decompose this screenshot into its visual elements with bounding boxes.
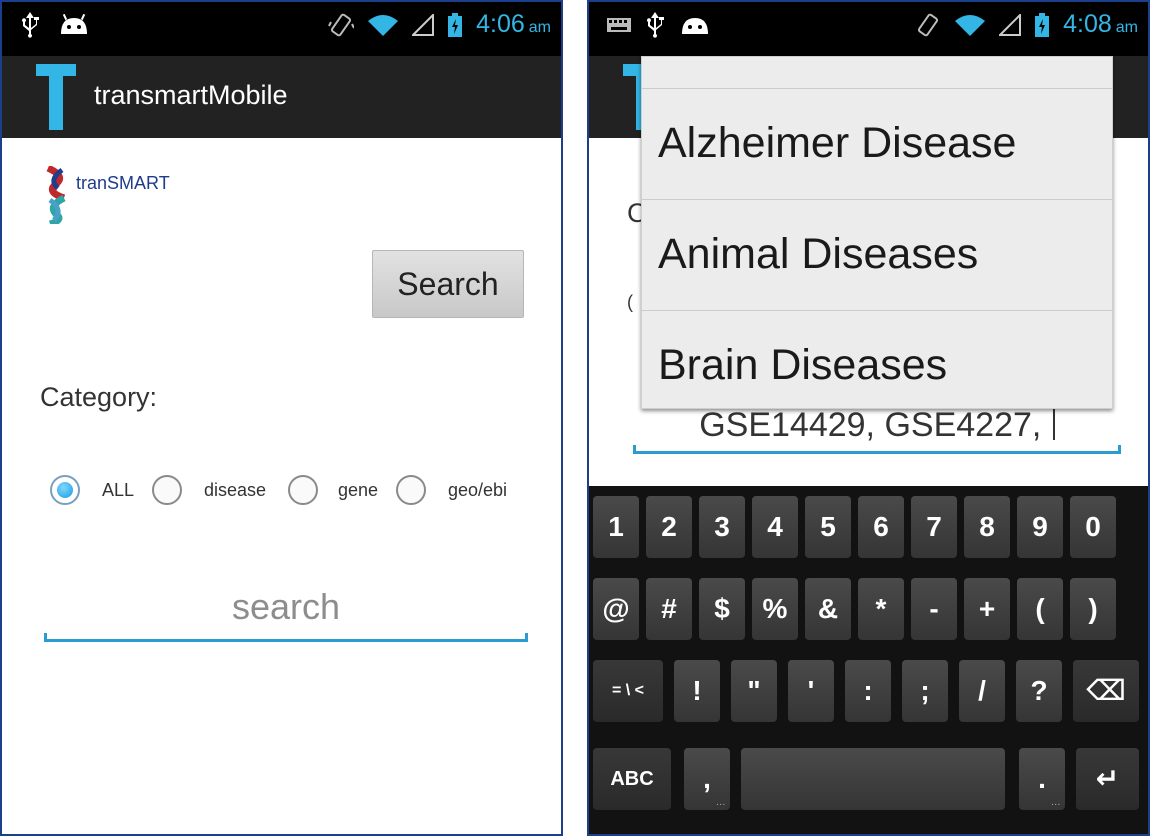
radio-peek: ( [627,292,633,312]
transmart-logo: tranSMART [42,166,170,224]
clock-ampm: am [528,19,551,36]
android-icon [61,14,87,34]
key-single-quote[interactable]: ' [788,660,834,722]
key-dollar[interactable]: $ [699,578,745,640]
dropdown-item-label: Alzheimer Disease [658,119,1017,167]
key-question[interactable]: ? [1016,660,1062,722]
radio-all-label: ALL [102,480,135,500]
key-7[interactable]: 7 [911,496,957,558]
dropdown-item[interactable]: Alzheimer Disease [642,88,1112,198]
backspace-icon: ⌫ [1086,675,1126,706]
clock-ampm: am [1115,19,1138,36]
dropdown-item[interactable]: Animal Diseases [642,199,1112,309]
key-2[interactable]: 2 [646,496,692,558]
radio-disease-label: disease [204,480,267,500]
signal-icon [412,13,435,36]
dropdown-item[interactable]: Brain Diseases [642,310,1112,420]
transmart-logo-text: tranSMART [76,172,170,193]
category-label: Category: [40,382,158,412]
key-abc[interactable]: ABC [593,748,671,810]
key-semicolon[interactable]: ; [902,660,948,722]
key-slash[interactable]: / [959,660,1005,722]
status-bar: 4:08 am [589,2,1148,56]
radio-geo-ebi-label: geo/ebi [448,480,508,500]
dropdown-item-label: Brain Diseases [658,341,948,389]
battery-icon [1035,12,1050,37]
key-5[interactable]: 5 [805,496,851,558]
key-8[interactable]: 8 [964,496,1010,558]
key-space[interactable] [741,748,1005,810]
soft-keyboard: 1 2 3 4 5 6 7 8 9 0 @ # $ % & * - + ( ) … [589,486,1148,834]
battery-icon [448,12,463,37]
dropdown-item-label: Animal Diseases [658,230,979,278]
key-1[interactable]: 1 [593,496,639,558]
wifi-icon [368,14,399,36]
phone-screen-dropdown: 4:08 am C ( GSE14429, GSE4227, Alzheimer … [587,0,1150,836]
key-period[interactable]: .… [1019,748,1065,810]
app-title: transmartMobile [94,80,288,110]
key-asterisk[interactable]: * [858,578,904,640]
vibrate-icon [328,13,355,36]
key-plus[interactable]: + [964,578,1010,640]
search-input[interactable]: search [44,586,528,642]
key-hash[interactable]: # [646,578,692,640]
radio-gene[interactable] [288,475,318,505]
key-0[interactable]: 0 [1070,496,1116,558]
key-6[interactable]: 6 [858,496,904,558]
app-logo-icon[interactable] [36,64,76,130]
signal-icon [999,13,1022,36]
key-3[interactable]: 3 [699,496,745,558]
status-bar: 4:06 am [2,2,561,56]
key-at[interactable]: @ [593,578,639,640]
android-icon [682,18,708,34]
key-exclamation[interactable]: ! [674,660,720,722]
key-open-paren[interactable]: ( [1017,578,1063,640]
key-9[interactable]: 9 [1017,496,1063,558]
search-button[interactable]: Search [372,250,524,318]
key-4[interactable]: 4 [752,496,798,558]
category-radio-group: ALL disease gene geo/ebi [50,475,540,511]
wifi-icon [955,14,986,36]
enter-key[interactable]: ↵ [1076,748,1139,810]
usb-icon [647,12,664,38]
usb-icon [22,12,39,38]
key-comma[interactable]: ,… [684,748,730,810]
key-ampersand[interactable]: & [805,578,851,640]
status-clock: 4:08 am [1063,10,1138,39]
radio-disease[interactable] [152,475,182,505]
search-input-placeholder: search [231,586,341,627]
enter-icon: ↵ [1095,763,1120,794]
backspace-key[interactable]: ⌫ [1073,660,1139,722]
key-close-paren[interactable]: ) [1070,578,1116,640]
search-input-underline [44,633,528,642]
status-clock: 4:06 am [476,10,551,39]
key-colon[interactable]: : [845,660,891,722]
radio-geo-ebi[interactable] [396,475,426,505]
key-minus[interactable]: - [911,578,957,640]
radio-all[interactable] [50,475,80,505]
autocomplete-dropdown: Alzheimer Disease Animal Diseases Brain … [641,56,1113,409]
clock-time: 4:06 [476,10,525,38]
search-input-underline [633,445,1121,454]
key-double-quote[interactable]: " [731,660,777,722]
vibrate-icon [918,13,939,36]
key-more-symbols[interactable]: = \ < [593,660,663,722]
clock-time: 4:08 [1063,10,1112,38]
action-bar: transmartMobile [2,56,561,138]
key-percent[interactable]: % [752,578,798,640]
keyboard-icon [607,18,631,32]
dna-helix-icon [46,166,66,224]
phone-screen-search: 4:06 am transmartMobile tranSMART Search … [0,0,563,836]
radio-gene-label: gene [338,480,379,500]
